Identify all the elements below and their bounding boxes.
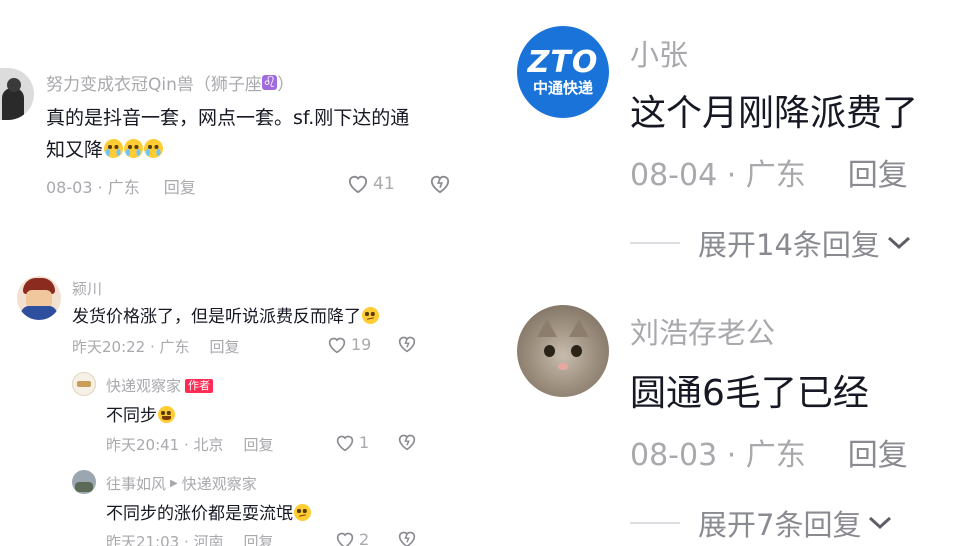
- comment-header: 努力变成衣冠Qin兽 （狮子座 ♌ ）: [46, 70, 294, 95]
- comment-meta-row: 08-03 · 广东 回复: [46, 174, 196, 198]
- like-button[interactable]: 1: [335, 433, 369, 452]
- username[interactable]: 快递观察家: [106, 375, 181, 396]
- like-button[interactable]: 2: [335, 530, 369, 546]
- cat-avatar[interactable]: [517, 305, 609, 397]
- timestamp-location: 08-04 · 广东: [630, 158, 806, 193]
- reply-button[interactable]: 回复: [848, 430, 908, 474]
- dislike-icon[interactable]: [397, 433, 417, 451]
- dislike-icon[interactable]: [397, 530, 417, 546]
- user-tag: （狮子座: [193, 75, 262, 95]
- heart-icon: [335, 531, 355, 546]
- username[interactable]: 小张: [630, 32, 688, 74]
- timestamp-location: 昨天21:03 · 河南: [106, 533, 224, 546]
- like-count: 1: [359, 433, 370, 452]
- crying-emoji: [124, 139, 144, 159]
- reply-button[interactable]: 回复: [244, 531, 274, 546]
- timestamp-location: 08-03 · 广东: [46, 178, 140, 197]
- comment-meta-row: 08-04 · 广东 回复: [630, 150, 908, 194]
- comment-text-line: 真的是抖音一套，网点一套。sf.刚下达的通: [46, 107, 410, 129]
- reply-button[interactable]: 回复: [164, 174, 196, 198]
- zto-logo-text: ZTO: [527, 45, 599, 80]
- comment-meta-row: 昨天21:03 · 河南 回复: [106, 531, 274, 546]
- avatar[interactable]: [0, 68, 34, 120]
- like-count: 2: [359, 530, 370, 546]
- crying-emoji: [104, 139, 124, 159]
- reply-target[interactable]: 快递观察家: [182, 473, 257, 494]
- username[interactable]: 颍川: [72, 278, 102, 299]
- zto-logo-avatar[interactable]: ZTO 中通快递: [517, 26, 609, 118]
- avatar[interactable]: [72, 372, 96, 396]
- comment-text-part: 知又降: [46, 139, 104, 161]
- reply-arrow-icon: ▶: [170, 478, 178, 489]
- like-button[interactable]: 41: [347, 174, 395, 194]
- reply-button[interactable]: 回复: [244, 434, 274, 455]
- avatar[interactable]: [72, 470, 96, 494]
- avatar[interactable]: [17, 276, 61, 320]
- divider-line: [630, 242, 680, 244]
- comment-text-part: 不同步: [106, 406, 157, 426]
- username[interactable]: 努力变成衣冠Qin兽: [46, 70, 194, 95]
- comment-text: 真的是抖音一套，网点一套。sf.刚下达的通 知又降: [46, 102, 409, 166]
- divider-line: [630, 522, 680, 524]
- smirk-emoji: [362, 307, 379, 325]
- reply-header: 往事如风 ▶ 快递观察家: [106, 473, 257, 494]
- comment-text-part: 不同步的涨价都是耍流氓: [106, 504, 293, 524]
- dislike-icon[interactable]: [429, 174, 451, 194]
- comment-text: 发货价格涨了，但是听说派费反而降了: [72, 302, 379, 327]
- comment-text: 不同步: [106, 401, 175, 426]
- expand-label: 展开14条回复: [698, 228, 880, 262]
- username[interactable]: 刘浩存老公: [630, 310, 775, 352]
- reply-button[interactable]: 回复: [848, 150, 908, 194]
- comment-text: 圆通6毛了已经: [630, 373, 869, 414]
- username[interactable]: 往事如风: [106, 473, 166, 494]
- user-tag-end: ）: [277, 75, 295, 95]
- timestamp-location: 08-03 · 广东: [630, 438, 806, 473]
- chevron-down-icon: [867, 514, 893, 532]
- reply-button[interactable]: 回复: [210, 336, 240, 357]
- chevron-down-icon: [886, 234, 912, 252]
- heart-icon: [335, 434, 355, 452]
- comment-meta-row: 昨天20:41 · 北京 回复: [106, 434, 274, 455]
- expand-label: 展开7条回复: [698, 508, 862, 542]
- comment-meta-row: 昨天20:22 · 广东 回复: [72, 336, 240, 357]
- author-badge: 作者: [185, 378, 214, 393]
- smirk-emoji: [294, 504, 311, 522]
- comment-text: 这个月刚降派费了: [630, 93, 919, 134]
- reply-header: 快递观察家 作者: [106, 375, 214, 396]
- like-button[interactable]: 19: [327, 335, 371, 354]
- crying-emoji: [144, 139, 164, 159]
- dislike-icon[interactable]: [397, 335, 417, 353]
- like-count: 19: [351, 335, 372, 354]
- expand-replies-button[interactable]: 展开14条回复: [630, 222, 912, 264]
- zto-logo-subtext: 中通快递: [532, 79, 593, 97]
- timestamp-location: 昨天20:41 · 北京: [106, 436, 224, 454]
- like-count: 41: [373, 174, 395, 194]
- heart-icon: [347, 174, 369, 194]
- laughing-emoji: [158, 406, 175, 424]
- comment-text: 不同步的涨价都是耍流氓: [106, 499, 311, 524]
- comment-text-line-2: 知又降: [46, 134, 409, 166]
- heart-icon: [327, 336, 347, 354]
- comment-text-part: 发货价格涨了，但是听说派费反而降了: [72, 307, 361, 327]
- expand-replies-button[interactable]: 展开7条回复: [630, 502, 893, 544]
- leo-icon: ♌: [261, 72, 278, 91]
- timestamp-location: 昨天20:22 · 广东: [72, 338, 190, 356]
- comment-meta-row: 08-03 · 广东 回复: [630, 430, 908, 474]
